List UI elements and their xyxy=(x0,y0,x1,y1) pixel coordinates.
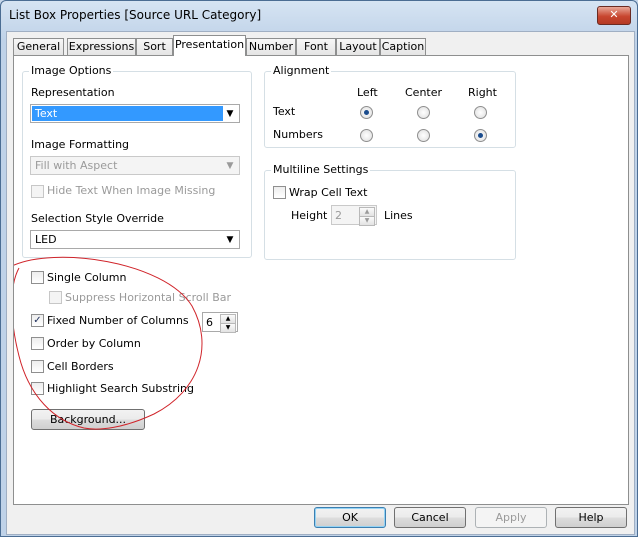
tab-sort[interactable]: Sort xyxy=(136,38,173,55)
close-button[interactable]: ✓ ✕ xyxy=(597,6,631,25)
selection-style-label: Selection Style Override xyxy=(31,212,164,225)
lines-label: Lines xyxy=(384,209,413,222)
height-stepper[interactable]: 2 ▲ ▼ xyxy=(331,205,377,226)
numbers-align-right-radio[interactable] xyxy=(474,129,487,142)
suppress-scroll-checkbox[interactable] xyxy=(49,291,62,304)
chevron-down-icon: ▼ xyxy=(226,235,234,245)
fixed-columns-value: 6 xyxy=(206,316,213,329)
help-button[interactable]: Help xyxy=(555,507,627,528)
tab-caption[interactable]: Caption xyxy=(380,38,426,55)
text-align-left-radio[interactable] xyxy=(360,106,373,119)
radio-selected-dot xyxy=(478,133,483,138)
numbers-align-center-radio[interactable] xyxy=(417,129,430,142)
text-align-right-radio[interactable] xyxy=(474,106,487,119)
presentation-panel: Image Options Representation Text ▼ Imag… xyxy=(13,55,629,505)
image-formatting-value: Fill with Aspect xyxy=(35,159,118,172)
align-center-header: Center xyxy=(405,86,443,99)
align-text-row-label: Text xyxy=(273,105,296,118)
fixed-columns-label: Fixed Number of Columns xyxy=(47,314,189,327)
tab-layout[interactable]: Layout xyxy=(336,38,380,55)
order-by-column-label: Order by Column xyxy=(47,337,141,350)
cancel-button[interactable]: Cancel xyxy=(394,507,466,528)
spin-down-icon[interactable]: ▼ xyxy=(220,323,236,333)
selection-style-value: LED xyxy=(35,233,57,246)
radio-selected-dot xyxy=(364,110,369,115)
fixed-columns-checkbox[interactable]: ✓ xyxy=(31,314,44,327)
hide-text-label: Hide Text When Image Missing xyxy=(47,184,216,197)
height-label: Height xyxy=(291,209,328,222)
single-column-checkbox[interactable] xyxy=(31,271,44,284)
wrap-cell-text-label: Wrap Cell Text xyxy=(289,186,368,199)
image-options-label: Image Options xyxy=(29,64,114,77)
selection-style-dropdown[interactable]: LED ▼ xyxy=(30,230,240,249)
highlight-search-checkbox[interactable] xyxy=(31,382,44,395)
dialog-window: List Box Properties [Source URL Category… xyxy=(0,0,638,537)
representation-label: Representation xyxy=(31,86,115,99)
spin-down-icon[interactable]: ▼ xyxy=(359,216,375,226)
align-left-header: Left xyxy=(357,86,378,99)
representation-value: Text xyxy=(32,106,223,121)
apply-button[interactable]: Apply xyxy=(475,507,547,528)
dialog-client-area: General Expressions Sort Presentation Nu… xyxy=(6,31,635,535)
check-icon: ✓ xyxy=(33,315,42,326)
highlight-search-label: Highlight Search Substring xyxy=(47,382,194,395)
numbers-align-left-radio[interactable] xyxy=(360,129,373,142)
align-right-header: Right xyxy=(468,86,497,99)
hide-text-checkbox[interactable] xyxy=(31,185,44,198)
suppress-scroll-label: Suppress Horizontal Scroll Bar xyxy=(65,291,232,304)
ok-button[interactable]: OK xyxy=(314,507,386,528)
cell-borders-checkbox[interactable] xyxy=(31,360,44,373)
align-numbers-row-label: Numbers xyxy=(273,128,323,141)
order-by-column-checkbox[interactable] xyxy=(31,337,44,350)
height-value: 2 xyxy=(335,209,342,222)
representation-dropdown[interactable]: Text ▼ xyxy=(30,104,240,123)
tab-general[interactable]: General xyxy=(13,38,64,55)
close-glyph: ✕ xyxy=(609,8,619,21)
tab-font[interactable]: Font xyxy=(296,38,336,55)
cell-borders-label: Cell Borders xyxy=(47,360,114,373)
image-formatting-dropdown[interactable]: Fill with Aspect ▼ xyxy=(30,156,240,175)
tab-expressions[interactable]: Expressions xyxy=(67,38,136,55)
fixed-columns-stepper[interactable]: 6 ▲ ▼ xyxy=(202,312,238,333)
single-column-label: Single Column xyxy=(47,271,127,284)
window-title: List Box Properties [Source URL Category… xyxy=(9,8,262,22)
tab-number[interactable]: Number xyxy=(246,38,296,55)
multiline-label: Multiline Settings xyxy=(271,163,371,176)
wrap-cell-text-checkbox[interactable] xyxy=(273,186,286,199)
chevron-down-icon: ▼ xyxy=(226,109,234,119)
image-formatting-label: Image Formatting xyxy=(31,138,130,151)
text-align-center-radio[interactable] xyxy=(417,106,430,119)
background-button[interactable]: Background... xyxy=(31,409,145,430)
alignment-label: Alignment xyxy=(271,64,332,77)
tab-presentation[interactable]: Presentation xyxy=(173,35,246,56)
chevron-down-icon: ▼ xyxy=(226,161,234,171)
